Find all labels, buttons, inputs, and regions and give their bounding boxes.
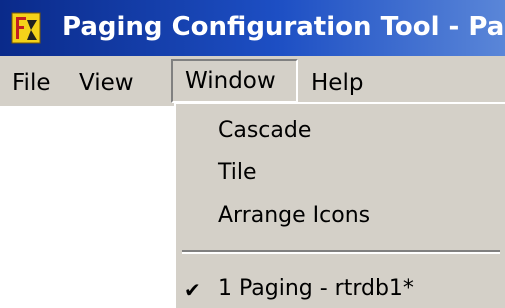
menu-bar: File View Window Help	[0, 56, 505, 106]
title-bar[interactable]: Paging Configuration Tool - Pag	[0, 0, 505, 56]
window-title: Paging Configuration Tool - Pag	[62, 12, 505, 42]
window-menu-dropdown: Cascade Tile Arrange Icons ✔ 1 Paging - …	[174, 102, 505, 308]
menu-item-cascade[interactable]: Cascade	[218, 116, 311, 146]
menu-item-arrange-icons[interactable]: Arrange Icons	[218, 201, 370, 231]
menu-window[interactable]: Window	[171, 59, 298, 103]
menu-help[interactable]: Help	[311, 66, 363, 100]
menu-item-open-window-1[interactable]: 1 Paging - rtrdb1*	[218, 274, 414, 304]
app-icon[interactable]	[11, 12, 41, 44]
checkmark-icon: ✔	[184, 278, 201, 302]
menu-item-tile[interactable]: Tile	[218, 158, 257, 188]
menu-separator	[182, 250, 500, 254]
menu-view[interactable]: View	[79, 66, 134, 100]
menu-file[interactable]: File	[12, 66, 51, 100]
